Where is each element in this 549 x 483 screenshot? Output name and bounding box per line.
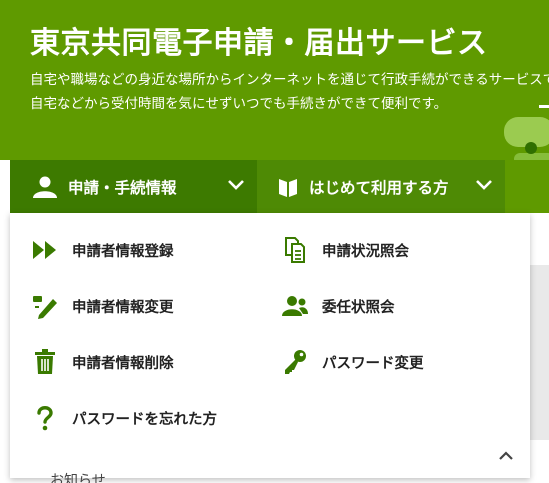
chevron-up-icon[interactable] xyxy=(498,450,514,462)
documents-icon xyxy=(280,237,310,263)
tab-first-time-users[interactable]: はじめて利用する方 xyxy=(257,160,505,213)
chevron-down-icon xyxy=(228,180,244,190)
edit-pencil-icon xyxy=(30,293,60,319)
chevron-down-icon xyxy=(476,180,492,190)
site-description-line1: 自宅や職場などの身近な場所からインターネットを通じて行政手続ができるサービスで xyxy=(30,72,549,88)
tab-first-time-users-label: はじめて利用する方 xyxy=(309,178,449,197)
menu-item-label: 申請者情報登録 xyxy=(72,243,174,260)
tab-application-info-label: 申請・手続情報 xyxy=(68,178,177,197)
menu-item-edit-applicant[interactable]: 申請者情報変更 xyxy=(30,293,174,319)
notice-heading-partial: お知らせ xyxy=(50,473,106,483)
user-icon xyxy=(32,176,58,198)
menu-item-proxy-inquiry[interactable]: 委任状照会 xyxy=(280,293,395,319)
key-icon xyxy=(280,349,310,375)
header-right-filler xyxy=(505,160,549,213)
tab-application-info[interactable]: 申請・手続情報 xyxy=(10,160,257,213)
menu-item-register-applicant[interactable]: 申請者情報登録 xyxy=(30,237,174,263)
users-icon xyxy=(280,293,310,319)
site-title: 東京共同電子申請・届出サービス xyxy=(30,26,488,61)
question-icon xyxy=(30,405,60,431)
menu-item-label: パスワードを忘れた方 xyxy=(72,411,217,428)
site-description-line2: 自宅などから受付時間を気にせずいつでも手続きができて便利です。 xyxy=(30,96,448,112)
menu-item-forgot-password[interactable]: パスワードを忘れた方 xyxy=(30,405,217,431)
header-banner: 東京共同電子申請・届出サービス 自宅や職場などの身近な場所からインターネットを通… xyxy=(0,0,549,160)
trash-icon xyxy=(30,349,60,375)
partial-notice-section: お知らせ xyxy=(30,468,230,483)
menu-item-label: 委任状照会 xyxy=(322,299,395,316)
menu-item-label: 申請者情報削除 xyxy=(72,355,174,372)
dropdown-menu: 申請者情報登録 申請状況照会 申請者情報変更 委任状照会 申請者情報削除 パスワ… xyxy=(10,213,530,478)
book-icon xyxy=(277,176,299,198)
decorative-illustration xyxy=(504,105,549,160)
menu-item-label: 申請者情報変更 xyxy=(72,299,174,316)
main-nav: 申請・手続情報 はじめて利用する方 xyxy=(10,160,505,213)
menu-item-delete-applicant[interactable]: 申請者情報削除 xyxy=(30,349,174,375)
menu-item-label: 申請状況照会 xyxy=(322,243,409,260)
menu-item-change-password[interactable]: パスワード変更 xyxy=(280,349,424,375)
page-background-strip xyxy=(530,265,549,440)
fast-forward-icon xyxy=(30,237,60,263)
menu-item-application-status[interactable]: 申請状況照会 xyxy=(280,237,409,263)
menu-item-label: パスワード変更 xyxy=(322,355,424,372)
